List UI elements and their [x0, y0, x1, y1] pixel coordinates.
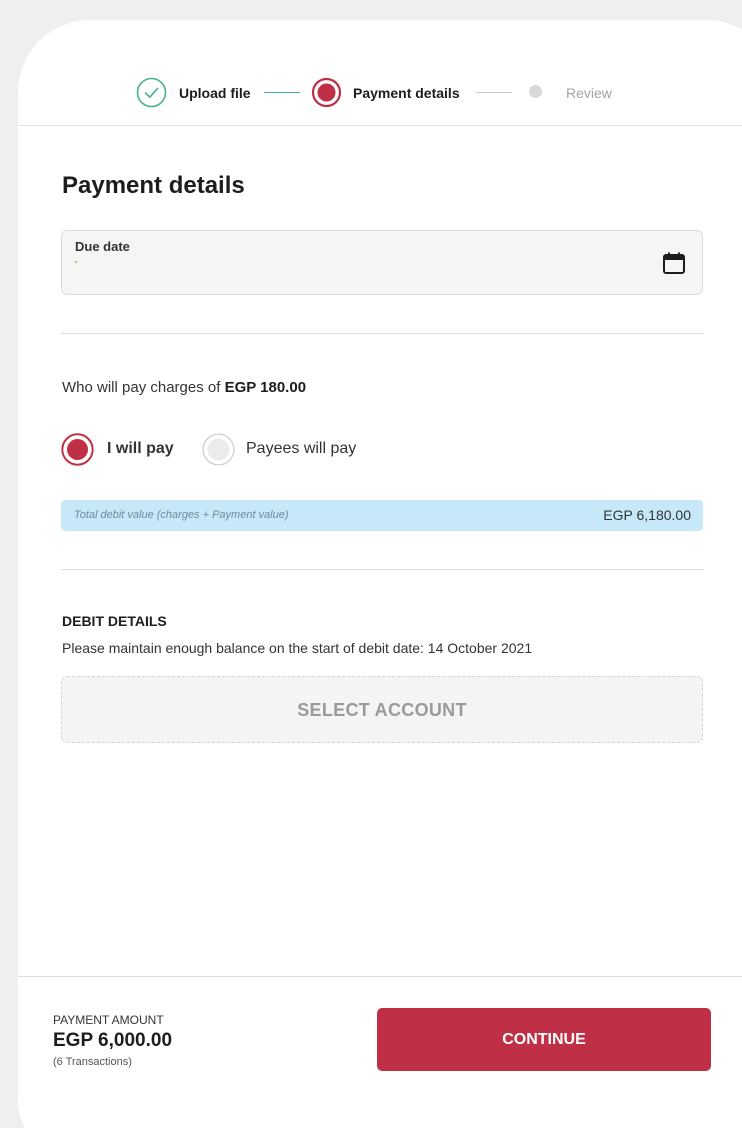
- progress-stepper: Upload file Payment details Review: [18, 20, 742, 126]
- due-date-value: [75, 261, 77, 263]
- debit-details-heading: DEBIT DETAILS: [62, 613, 167, 629]
- step-connector: [476, 92, 512, 93]
- charges-amount: EGP 180.00: [224, 379, 307, 396]
- due-date-field[interactable]: Due date: [61, 230, 703, 295]
- payment-amount-value: EGP 6,000.00: [53, 1030, 173, 1051]
- total-debit-value: EGP 6,180.00: [603, 507, 691, 523]
- active-step-icon: [311, 77, 342, 108]
- total-debit-bar: Total debit value (charges + Payment val…: [61, 500, 703, 531]
- footer-bar: PAYMENT AMOUNT EGP 6,000.00 (6 Transacti…: [18, 976, 742, 1128]
- check-circle-icon: [136, 77, 167, 108]
- radio-payees-will-pay[interactable]: [202, 433, 235, 466]
- payment-amount-label: PAYMENT AMOUNT: [53, 1013, 164, 1027]
- page-title: Payment details: [62, 172, 245, 199]
- step-label-upload: Upload file: [179, 85, 251, 101]
- step-label-review: Review: [566, 85, 612, 101]
- radio-i-will-pay[interactable]: [61, 433, 94, 466]
- payment-card: Upload file Payment details Review Payme…: [18, 20, 742, 1128]
- charges-prefix: Who will pay charges of: [62, 379, 221, 396]
- step-label-payment: Payment details: [353, 85, 460, 101]
- select-account-button[interactable]: SELECT ACCOUNT: [61, 676, 703, 743]
- divider: [61, 569, 703, 570]
- step-connector: [264, 92, 300, 93]
- radio-label-payees-will-pay[interactable]: Payees will pay: [246, 440, 356, 458]
- divider: [61, 333, 703, 334]
- radio-label-i-will-pay[interactable]: I will pay: [107, 440, 174, 458]
- continue-button[interactable]: CONTINUE: [377, 1008, 711, 1071]
- due-date-label: Due date: [75, 239, 130, 254]
- total-debit-label: Total debit value (charges + Payment val…: [74, 509, 289, 521]
- debit-details-note: Please maintain enough balance on the st…: [62, 640, 533, 656]
- charges-question: Who will pay charges of EGP 180.00: [62, 379, 306, 396]
- transactions-count: (6 Transactions): [53, 1056, 132, 1068]
- calendar-icon[interactable]: [662, 251, 686, 275]
- pending-step-icon: [529, 85, 542, 98]
